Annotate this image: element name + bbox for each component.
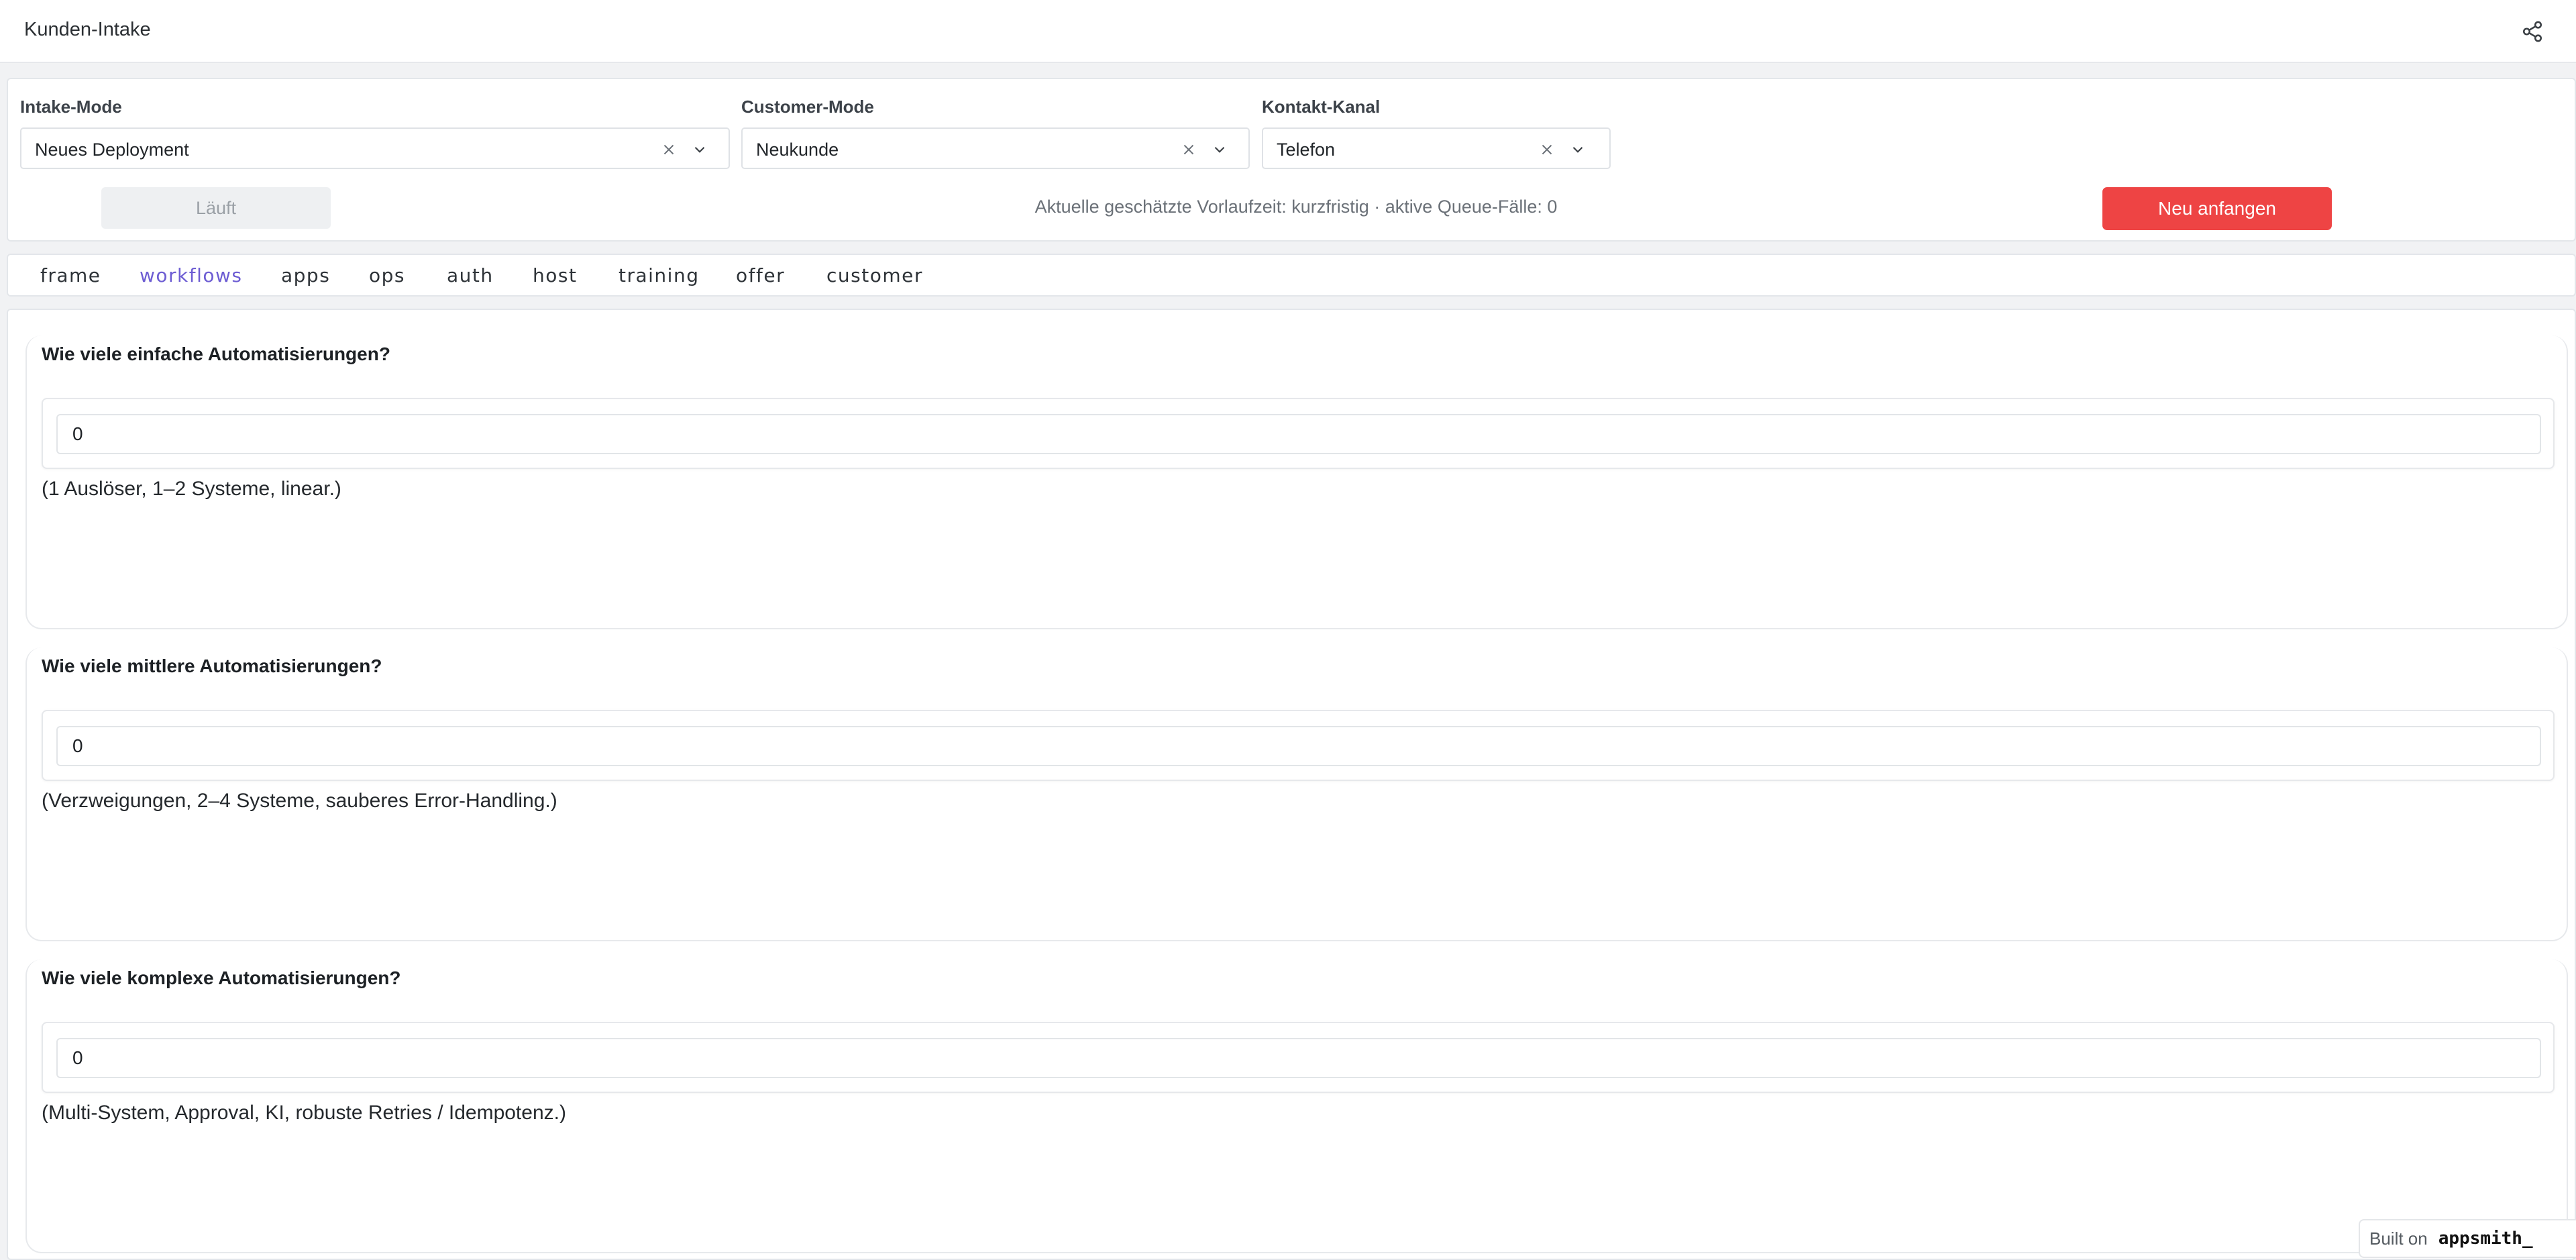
question-title: Wie viele einfache Automatisierungen? <box>42 344 390 364</box>
contact-channel-label: Kontakt-Kanal <box>1262 97 1381 117</box>
contact-channel-value: Telefon <box>1277 140 1336 160</box>
tab-host[interactable]: host <box>533 264 577 286</box>
question-card <box>25 335 2568 629</box>
queue-status-text: Aktuelle geschätzte Vorlaufzeit: kurzfri… <box>1034 197 1558 217</box>
tab-customer[interactable]: customer <box>826 264 923 286</box>
customer-mode-label: Customer-Mode <box>741 97 874 117</box>
tab-training[interactable]: training <box>619 264 699 286</box>
medium-automations-input[interactable] <box>56 726 2541 766</box>
built-on-badge[interactable]: Built on appsmith_ <box>2359 1219 2576 1258</box>
tab-frame[interactable]: frame <box>40 264 101 286</box>
share-icon[interactable] <box>2521 20 2544 43</box>
input-wrapper <box>42 1022 2555 1093</box>
question-hint: (Multi-System, Approval, KI, robuste Ret… <box>42 1102 566 1124</box>
tab-bar: frame workflows apps ops auth host train… <box>7 254 2576 297</box>
appsmith-logo: appsmith_ <box>2438 1228 2533 1249</box>
intake-mode-select[interactable]: Neues Deployment <box>20 127 730 169</box>
intake-mode-value: Neues Deployment <box>35 140 189 160</box>
tab-apps[interactable]: apps <box>281 264 330 286</box>
tab-ops[interactable]: ops <box>369 264 405 286</box>
chevron-down-icon[interactable] <box>1569 141 1587 158</box>
page-title: Kunden-Intake <box>24 19 151 40</box>
intake-mode-label: Intake-Mode <box>20 97 122 117</box>
chevron-down-icon[interactable] <box>691 141 708 158</box>
chevron-down-icon[interactable] <box>1211 141 1228 158</box>
clear-icon[interactable] <box>1180 141 1197 158</box>
question-hint: (1 Auslöser, 1–2 Systeme, linear.) <box>42 478 341 500</box>
built-on-label: Built on <box>2369 1228 2428 1249</box>
simple-automations-input[interactable] <box>56 414 2541 454</box>
restart-button[interactable]: Neu anfangen <box>2102 187 2332 230</box>
complex-automations-input[interactable] <box>56 1038 2541 1078</box>
clear-icon[interactable] <box>660 141 678 158</box>
customer-mode-select[interactable]: Neukunde <box>741 127 1250 169</box>
question-title: Wie viele mittlere Automatisierungen? <box>42 655 382 676</box>
clear-icon[interactable] <box>1538 141 1556 158</box>
contact-channel-select[interactable]: Telefon <box>1262 127 1611 169</box>
tab-workflows[interactable]: workflows <box>140 264 243 286</box>
tab-offer[interactable]: offer <box>736 264 785 286</box>
running-button[interactable]: Läuft <box>101 187 331 229</box>
input-wrapper <box>42 710 2555 781</box>
question-hint: (Verzweigungen, 2–4 Systeme, sauberes Er… <box>42 790 557 812</box>
customer-mode-value: Neukunde <box>756 140 839 160</box>
question-title: Wie viele komplexe Automatisierungen? <box>42 967 401 988</box>
input-wrapper <box>42 398 2555 469</box>
tab-auth[interactable]: auth <box>447 264 494 286</box>
app-header: Kunden-Intake <box>0 0 2576 63</box>
